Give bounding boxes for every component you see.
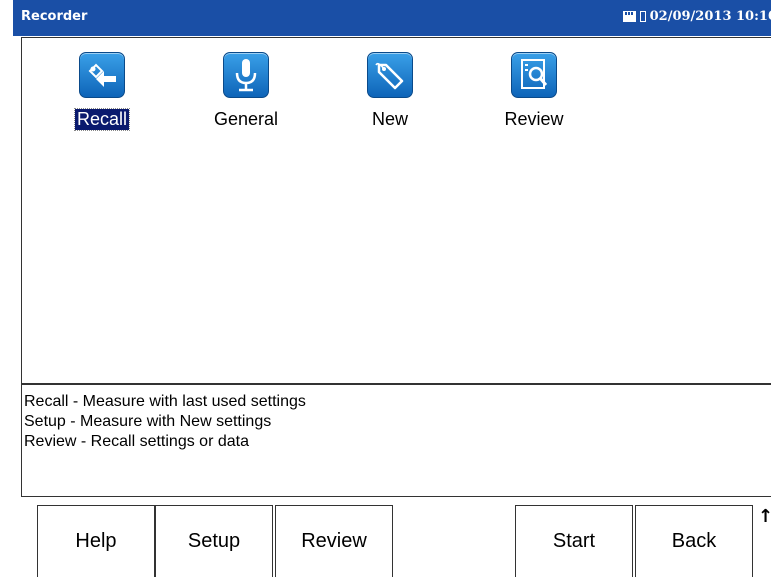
- tag-icon: [367, 52, 413, 98]
- app-label: Review: [504, 109, 564, 129]
- more-indicator-icon: ↑: [758, 506, 771, 527]
- status-area: 02/09/2013 10:10: [622, 9, 771, 24]
- recall-icon: [79, 52, 125, 98]
- setup-button[interactable]: Setup: [155, 505, 273, 577]
- app-general[interactable]: General: [201, 52, 291, 130]
- app-new[interactable]: New: [345, 52, 435, 130]
- sd-card-icon: [622, 11, 636, 22]
- recorder-window: Recorder 02/09/2013 10:10 Recall General…: [0, 0, 771, 577]
- microphone-icon: [223, 52, 269, 98]
- help-line: Review - Recall settings or data: [24, 433, 249, 450]
- help-panel: Recall - Measure with last used settings…: [21, 384, 771, 497]
- app-label: Recall: [73, 108, 131, 131]
- help-line: Recall - Measure with last used settings: [24, 393, 306, 410]
- app-recall[interactable]: Recall: [57, 52, 147, 131]
- start-button[interactable]: Start: [515, 505, 633, 577]
- app-label: General: [213, 109, 279, 129]
- review-icon: [511, 52, 557, 98]
- help-button[interactable]: Help: [37, 505, 155, 577]
- title-bar: Recorder 02/09/2013 10:10: [13, 0, 771, 36]
- battery-icon: [639, 11, 646, 22]
- back-button[interactable]: Back: [635, 505, 753, 577]
- window-title: Recorder: [21, 9, 88, 24]
- app-review[interactable]: Review: [489, 52, 579, 130]
- review-button[interactable]: Review: [275, 505, 393, 577]
- app-grid: Recall General New Review: [21, 37, 771, 384]
- help-line: Setup - Measure with New settings: [24, 413, 272, 430]
- app-label: New: [371, 109, 408, 129]
- datetime: 02/09/2013 10:10: [649, 9, 771, 24]
